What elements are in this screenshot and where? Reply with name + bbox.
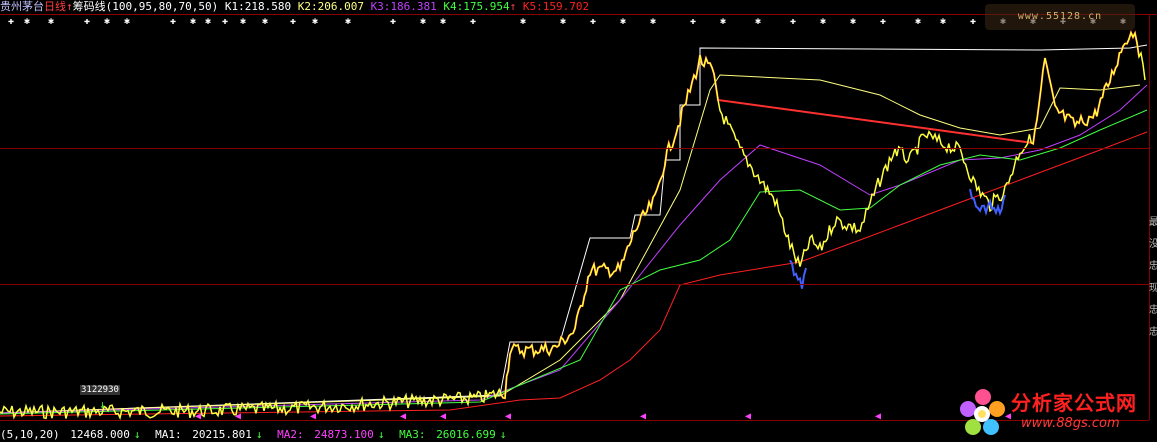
signal-star-13: ✱ xyxy=(312,16,318,27)
signal-star-14: ✱ xyxy=(345,16,351,27)
k5-value: 159.702 xyxy=(542,0,590,13)
k1-value: 218.580 xyxy=(244,0,292,13)
price-line-up xyxy=(500,29,1140,400)
signal-star-20: ✱ xyxy=(560,16,566,27)
signal-star-27: ✚ xyxy=(790,16,796,27)
k5-label: K5: xyxy=(522,0,543,13)
side-char-6: 忠 xyxy=(1149,327,1157,338)
signal-star-17: ✱ xyxy=(440,16,446,27)
grid-line-2 xyxy=(0,284,1149,285)
k2-value: 206.007 xyxy=(317,0,364,13)
signal-star-15: ✚ xyxy=(390,16,396,27)
volume-params: (5,10,20) xyxy=(0,428,60,441)
k4-label: K4: xyxy=(443,0,464,13)
price-chart[interactable]: ✚✱✱✚✱✱✚✱✱✚✱✱✚✱✱✚✱✱✚✱✱✚✱✱✚✱✱✚✱✱✚✱✱✚✱✱✚✱✱ … xyxy=(0,0,1157,442)
signal-star-18: ✚ xyxy=(470,16,476,27)
signal-star-25: ✱ xyxy=(720,16,726,27)
stock-chart-screen: ✚✱✱✚✱✱✚✱✱✚✱✱✚✱✱✚✱✱✚✱✱✚✱✱✚✱✱✚✱✱✚✱✱✚✱✱✚✱✱ … xyxy=(0,0,1157,442)
signal-star-5: ✱ xyxy=(124,16,130,27)
k3-label: K3: xyxy=(370,0,391,13)
side-char-2: 没 xyxy=(1149,239,1157,250)
k1-line xyxy=(0,44,1148,414)
k1-label: K1: xyxy=(224,0,245,13)
signal-star-22: ✱ xyxy=(620,16,626,27)
signal-star-11: ✱ xyxy=(262,16,268,27)
signal-star-16: ✱ xyxy=(420,16,426,27)
signal-star-4: ✱ xyxy=(104,16,110,27)
signal-star-26: ✱ xyxy=(755,16,761,27)
signal-star-21: ✚ xyxy=(590,16,596,27)
stock-name: 贵州茅台 xyxy=(0,0,44,13)
signal-star-2: ✱ xyxy=(48,16,54,27)
indicator-name[interactable]: 筹码线 xyxy=(73,0,106,13)
signal-star-10: ✱ xyxy=(240,16,246,27)
flower-logo-icon xyxy=(960,389,1005,435)
price-line-down-2 xyxy=(969,188,1006,217)
k4-arrow-icon: ↑ xyxy=(509,0,517,13)
ma2-value: MA2: 24873.100 ↓ xyxy=(277,428,385,441)
period-label: 日线 xyxy=(44,0,66,13)
ma3-value: MA3: 26016.699 ↓ xyxy=(399,428,507,441)
k3-value: 186.381 xyxy=(390,0,437,13)
up-arrow-icon: ↑ xyxy=(66,0,73,13)
header-divider xyxy=(0,14,1157,15)
k2-line xyxy=(0,74,1141,414)
watermark-top: www.55128.cn xyxy=(985,4,1135,30)
signal-star-7: ✱ xyxy=(190,16,196,27)
price-low-label: 3122930 xyxy=(80,385,120,395)
signal-star-0: ✚ xyxy=(8,16,14,27)
signal-star-30: ✚ xyxy=(880,16,886,27)
signal-star-32: ✱ xyxy=(940,16,946,27)
signal-star-28: ✱ xyxy=(820,16,826,27)
indicator-params: (100,95,80,70,50) xyxy=(105,0,219,13)
signal-star-31: ✱ xyxy=(915,16,921,27)
k5-line xyxy=(0,131,1148,417)
signal-star-29: ✱ xyxy=(850,16,856,27)
signal-star-6: ✚ xyxy=(170,16,176,27)
grid-line-1 xyxy=(0,148,1149,149)
signal-star-23: ✱ xyxy=(650,16,656,27)
k4-line xyxy=(0,109,1148,415)
k2-label: K2: xyxy=(297,0,318,13)
ma1-value: MA1: 20215.801 ↓ xyxy=(155,428,263,441)
price-line xyxy=(0,30,1146,421)
volume-header: (5,10,20) 12468.000 ↓ MA1: 20215.801 ↓ MA2… xyxy=(0,428,514,442)
side-char-1: 最 xyxy=(1149,217,1157,228)
down-arrow-icon: ↓ xyxy=(99,398,106,411)
side-char-5: 忠 xyxy=(1149,305,1157,316)
watermark-logo: 分析家公式网 www.88gs.com xyxy=(957,385,1157,442)
signal-star-33: ✚ xyxy=(970,16,976,27)
signal-stars: ✚✱✱✚✱✱✚✱✱✚✱✱✚✱✱✚✱✱✚✱✱✚✱✱✚✱✱✚✱✱✚✱✱✚✱✱✚✱✱ xyxy=(8,16,1126,27)
signal-star-8: ✱ xyxy=(205,16,211,27)
indicator-header: 贵州茅台日线↑筹码线(100,95,80,70,50) K1:218.580 K… xyxy=(0,0,589,14)
signal-star-19: ✱ xyxy=(520,16,526,27)
signal-star-24: ✚ xyxy=(690,16,696,27)
side-char-4: 现 xyxy=(1149,283,1157,294)
side-char-3: 忠 xyxy=(1149,261,1157,272)
signal-star-9: ✚ xyxy=(222,16,228,27)
signal-star-3: ✚ xyxy=(84,16,90,27)
volume-value: 12468.000 ↓ xyxy=(70,428,141,441)
watermark-title: 分析家公式网 xyxy=(1011,391,1137,415)
k4-value: 175.954 xyxy=(463,0,510,13)
watermark-url: www.88gs.com xyxy=(1021,416,1120,431)
signal-star-1: ✱ xyxy=(24,16,30,27)
signal-star-12: ✚ xyxy=(290,16,296,27)
